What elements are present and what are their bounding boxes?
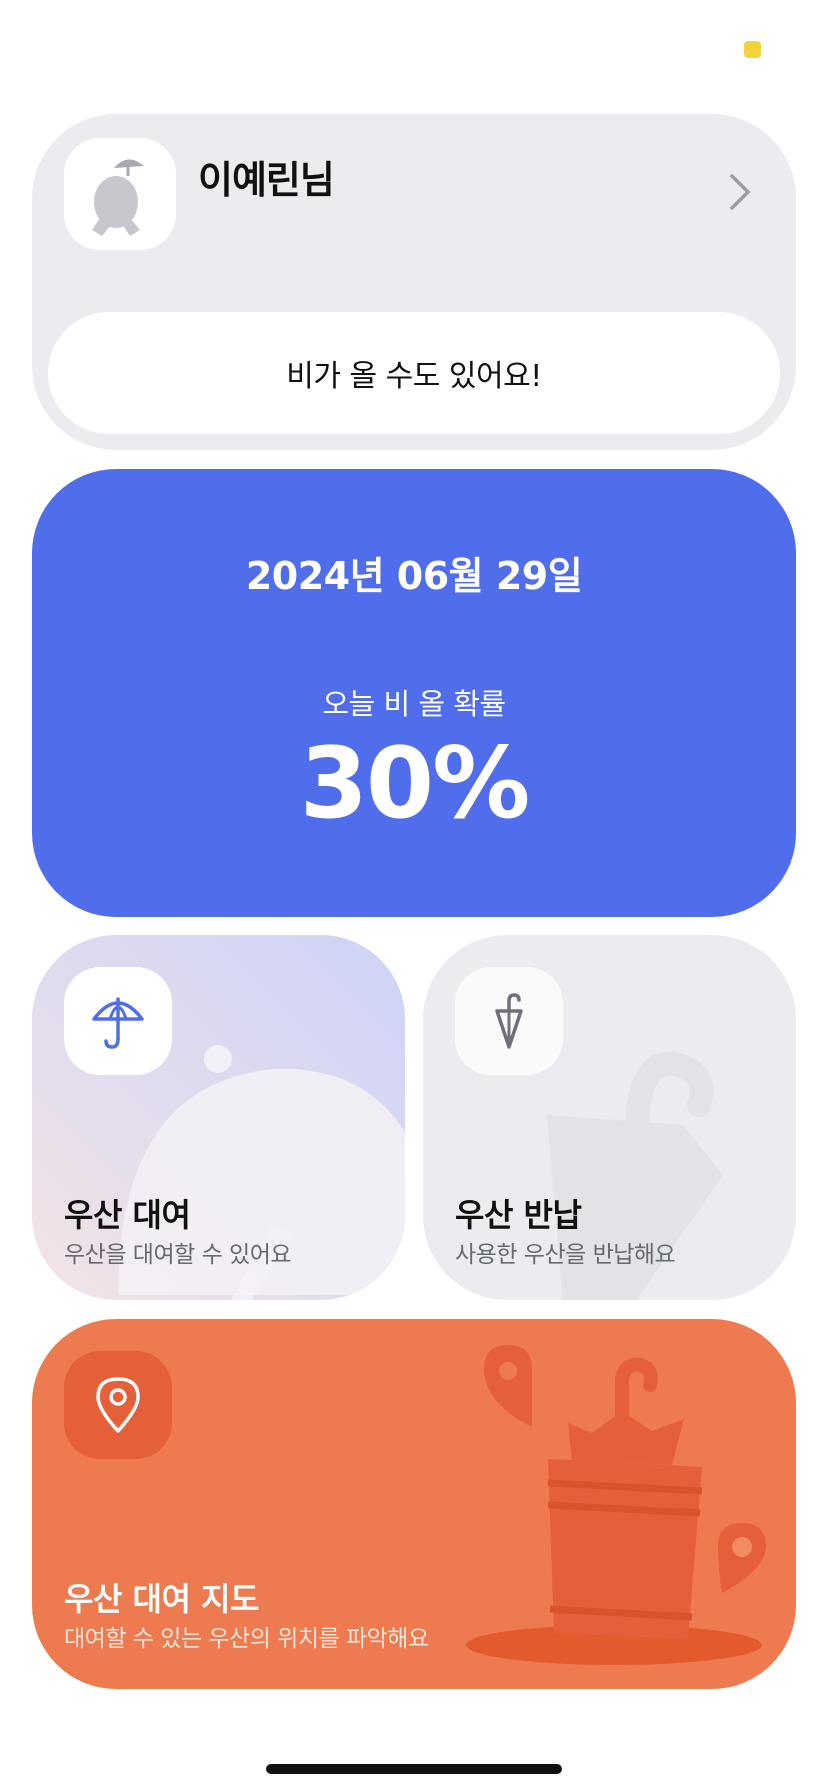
home-indicator[interactable] bbox=[266, 1764, 562, 1774]
avatar bbox=[64, 138, 176, 250]
umbrella-icon-box bbox=[64, 967, 172, 1075]
chevron-right-icon[interactable] bbox=[726, 170, 754, 214]
location-pin-icon bbox=[96, 1377, 140, 1433]
weather-message: 비가 올 수도 있어요! bbox=[48, 312, 780, 434]
umbrella-rent-tile[interactable]: 우산 대여 우산을 대여할 수 있어요 bbox=[32, 935, 405, 1300]
umbrella-return-tile[interactable]: 우산 반납 사용한 우산을 반납해요 bbox=[423, 935, 796, 1300]
map-subtitle: 대여할 수 있는 우산의 위치를 파악해요 bbox=[64, 1626, 429, 1652]
location-pin-icon-box bbox=[64, 1351, 172, 1459]
user-name: 이예린님 bbox=[198, 158, 335, 202]
forecast-date: 2024년 06월 29일 bbox=[245, 554, 583, 598]
rain-probability-value: 30% bbox=[299, 727, 531, 841]
return-subtitle: 사용한 우산을 반납해요 bbox=[455, 1242, 676, 1268]
umbrella-map-tile[interactable]: 우산 대여 지도 대여할 수 있는 우산의 위치를 파악해요 bbox=[32, 1319, 796, 1689]
rain-forecast-card: 2024년 06월 29일 오늘 비 올 확률 30% bbox=[32, 469, 796, 917]
closed-umbrella-icon bbox=[495, 993, 523, 1049]
return-title: 우산 반납 bbox=[455, 1196, 582, 1234]
umbrella-icon bbox=[92, 997, 144, 1049]
rain-probability-label: 오늘 비 올 확률 bbox=[322, 687, 506, 721]
umbrella-character-icon bbox=[92, 159, 144, 236]
rent-subtitle: 우산을 대여할 수 있어요 bbox=[64, 1242, 292, 1268]
rent-title: 우산 대여 bbox=[64, 1196, 191, 1234]
closed-umbrella-icon-box bbox=[455, 967, 563, 1075]
status-indicator bbox=[744, 41, 761, 58]
profile-card[interactable]: 이예린님 비가 올 수도 있어요! bbox=[32, 114, 796, 450]
map-title: 우산 대여 지도 bbox=[64, 1580, 259, 1618]
